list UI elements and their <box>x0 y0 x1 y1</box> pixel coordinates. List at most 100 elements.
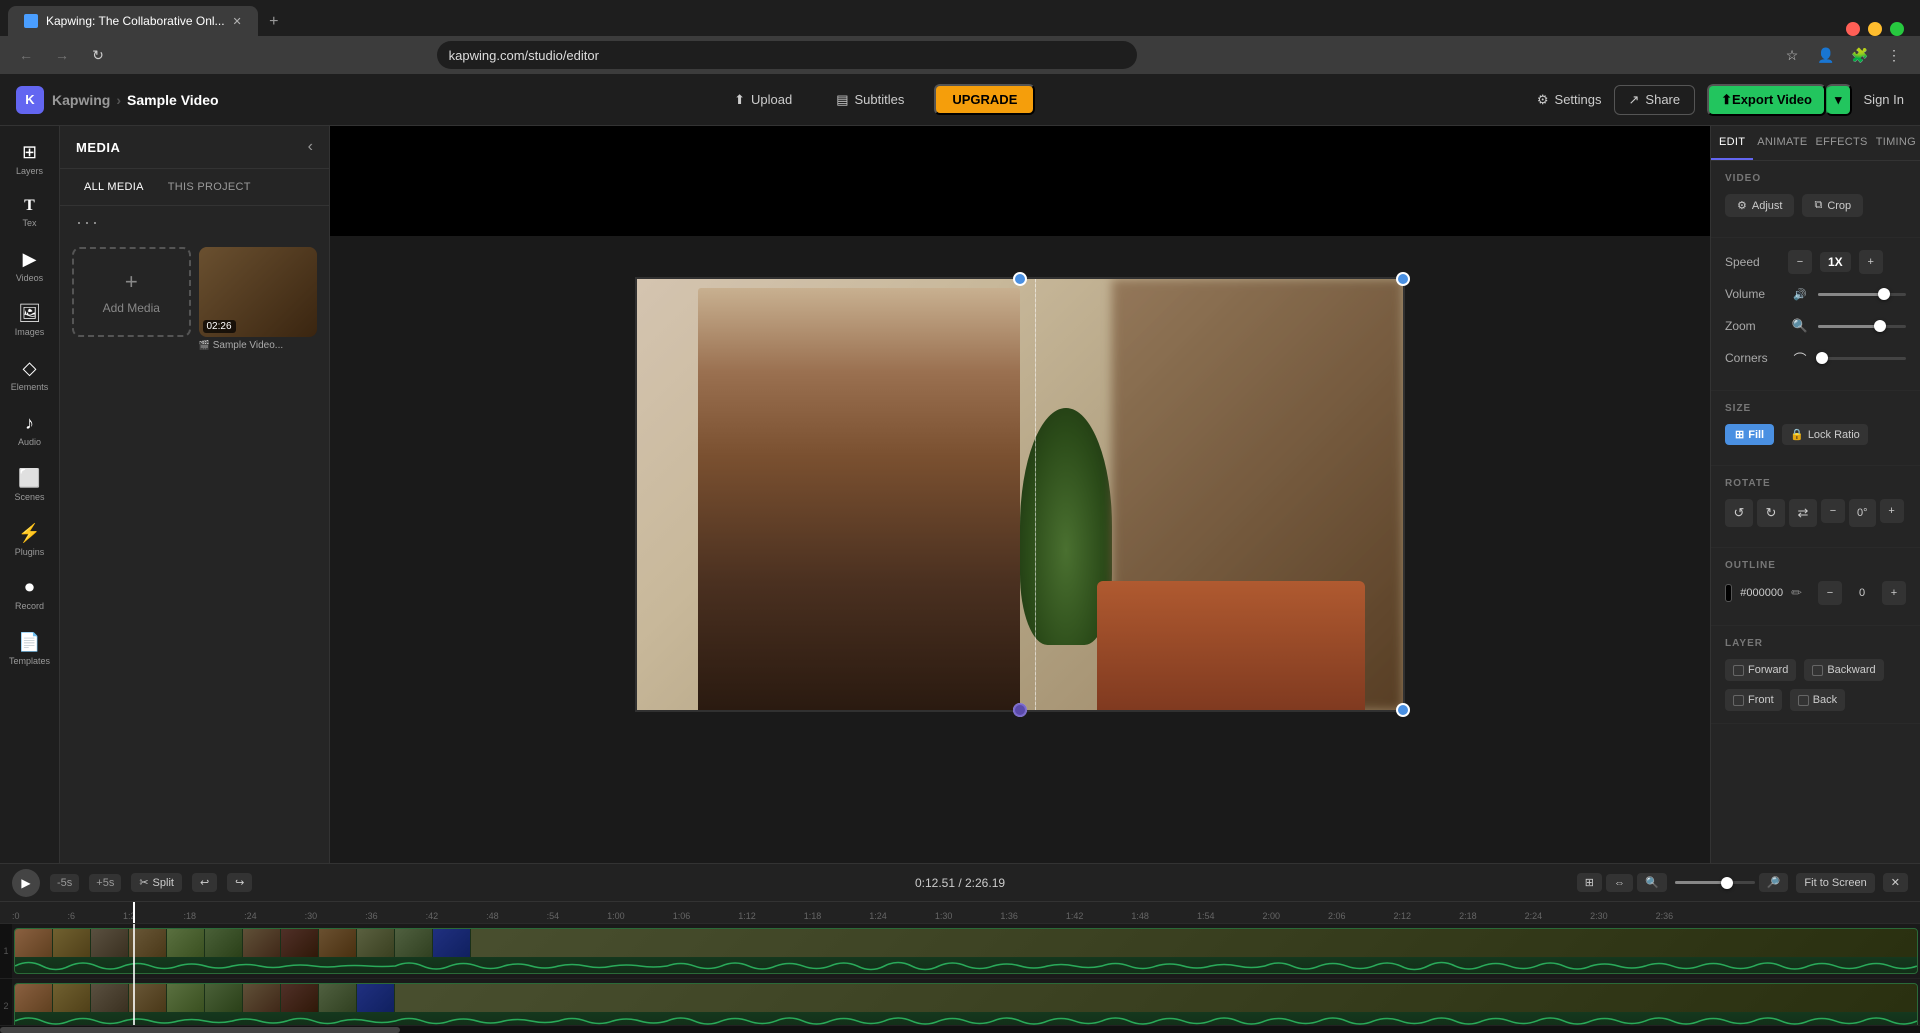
tab-animate[interactable]: ANIMATE <box>1753 126 1811 160</box>
rotate-decrease-btn[interactable]: − <box>1821 499 1845 523</box>
upload-label: Upload <box>751 92 792 107</box>
browser-tabs: Kapwing: The Collaborative Onl... ✕ + <box>0 0 1920 36</box>
media-item-1[interactable]: 02:26 🎬 Sample Video... <box>199 247 318 351</box>
handle-bottom-right[interactable] <box>1396 703 1410 717</box>
adjust-btn[interactable]: ⚙ Adjust <box>1725 194 1794 217</box>
forward-btn[interactable]: → <box>48 41 76 69</box>
track-1-clip[interactable] <box>14 928 1918 974</box>
back-btn[interactable]: Back <box>1790 689 1845 711</box>
sidebar-item-elements[interactable]: ◇ Elements <box>4 350 56 401</box>
sidebar-item-layers[interactable]: ⊞ Layers <box>4 134 56 185</box>
zoom-slider[interactable]: 🔍 <box>1788 314 1906 338</box>
timeline-zoom-out-btn[interactable]: 🔍 <box>1637 873 1667 892</box>
track-1-content[interactable] <box>12 924 1920 978</box>
adjust-crop-row: ⚙ Adjust ⧉ Crop <box>1725 194 1906 217</box>
rotate-increase-btn[interactable]: + <box>1880 499 1904 523</box>
speed-increase-btn[interactable]: + <box>1859 250 1883 274</box>
tab-this-project[interactable]: THIS PROJECT <box>160 177 259 197</box>
upgrade-btn[interactable]: UPGRADE <box>934 84 1035 115</box>
volume-track[interactable] <box>1818 293 1906 296</box>
sidebar-item-audio[interactable]: ♪ Audio <box>4 405 56 456</box>
sidebar-item-videos[interactable]: ▶ Videos <box>4 241 56 292</box>
bookmark-icon[interactable]: ☆ <box>1778 41 1806 69</box>
sidebar-item-images[interactable]: 🖼 Images <box>4 295 56 346</box>
skip-back-btn[interactable]: -5s <box>50 874 79 892</box>
timeline-close-btn[interactable]: ✕ <box>1883 873 1908 892</box>
play-btn[interactable]: ▶ <box>12 869 40 897</box>
tab-timing[interactable]: TIMING <box>1872 126 1920 160</box>
media-more-btn[interactable]: ··· <box>76 212 100 233</box>
extensions-icon[interactable]: 🧩 <box>1846 41 1874 69</box>
scrollbar-thumb[interactable] <box>0 1027 400 1033</box>
back-btn[interactable]: ← <box>12 41 40 69</box>
window-maximize[interactable] <box>1890 22 1904 36</box>
fit-to-screen-btn[interactable]: Fit to Screen <box>1796 873 1874 893</box>
profile-icon[interactable]: 👤 <box>1812 41 1840 69</box>
rotate-ccw-btn[interactable]: ↺ <box>1725 499 1753 527</box>
new-tab-btn[interactable]: + <box>260 8 288 36</box>
canvas-frame[interactable] <box>635 277 1405 712</box>
zoom-thumb[interactable] <box>1874 320 1886 332</box>
timeline-scrollbar[interactable] <box>0 1025 1920 1033</box>
tab-effects[interactable]: EFFECTS <box>1811 126 1871 160</box>
timeline-zoom-thumb[interactable] <box>1721 877 1733 889</box>
skip-fwd-btn[interactable]: +5s <box>89 874 121 892</box>
window-close[interactable] <box>1846 22 1860 36</box>
signin-btn[interactable]: Sign In <box>1864 92 1904 107</box>
timeline-grid-btn[interactable]: ⊞ <box>1577 873 1602 892</box>
handle-top-right[interactable] <box>1396 272 1410 286</box>
media-panel-close-btn[interactable]: ‹ <box>308 138 313 156</box>
upload-btn[interactable]: ⬆ Upload <box>720 86 806 114</box>
settings-btn[interactable]: ⚙ Settings <box>1537 92 1602 108</box>
crop-btn[interactable]: ⧉ Crop <box>1802 194 1863 217</box>
flip-h-btn[interactable]: ⇄ <box>1789 499 1817 527</box>
export-dropdown-btn[interactable]: ▾ <box>1826 84 1852 116</box>
sidebar-item-text[interactable]: T Tex <box>4 189 56 237</box>
volume-thumb[interactable] <box>1878 288 1890 300</box>
active-tab[interactable]: Kapwing: The Collaborative Onl... ✕ <box>8 6 258 36</box>
settings-dots-icon[interactable]: ⋮ <box>1880 41 1908 69</box>
sidebar-item-plugins[interactable]: ⚡ Plugins <box>4 515 56 566</box>
backward-btn[interactable]: Backward <box>1804 659 1883 681</box>
tab-all-media[interactable]: ALL MEDIA <box>76 177 152 197</box>
add-media-btn[interactable]: + Add Media <box>72 247 191 337</box>
corners-slider[interactable]: ⌒ <box>1788 346 1906 370</box>
track-2-content[interactable] <box>12 979 1920 1025</box>
corners-thumb[interactable] <box>1816 352 1828 364</box>
sidebar-item-record[interactable]: ⏺ Record <box>4 569 56 620</box>
address-bar[interactable]: kapwing.com/studio/editor <box>437 41 1137 69</box>
outline-edit-btn[interactable]: ✏ <box>1791 585 1802 601</box>
lock-ratio-btn[interactable]: 🔒 Lock Ratio <box>1782 424 1868 445</box>
undo-btn[interactable]: ↩ <box>192 873 217 892</box>
ruler-130: 1:30 <box>935 911 953 921</box>
track-2-clip[interactable] <box>14 983 1918 1025</box>
sidebar-item-templates[interactable]: 📄 Templates <box>4 624 56 675</box>
fill-btn[interactable]: ⊞ Fill <box>1725 424 1774 445</box>
share-btn[interactable]: ↗ Share <box>1614 85 1696 115</box>
forward-btn[interactable]: Forward <box>1725 659 1796 681</box>
timeline-zoom-icon[interactable]: 🔎 <box>1759 873 1789 892</box>
window-minimize[interactable] <box>1868 22 1882 36</box>
split-btn[interactable]: ✂ Split <box>131 873 182 892</box>
handle-top-center[interactable] <box>1013 272 1027 286</box>
outline-increase-btn[interactable]: + <box>1882 581 1906 605</box>
volume-slider[interactable]: 🔊 <box>1788 282 1906 306</box>
rotate-cw-btn[interactable]: ↻ <box>1757 499 1785 527</box>
outline-decrease-btn[interactable]: − <box>1818 581 1842 605</box>
zoom-track[interactable] <box>1818 325 1906 328</box>
subtitles-btn[interactable]: ▤ Subtitles <box>822 86 918 114</box>
tab-edit[interactable]: EDIT <box>1711 126 1753 160</box>
tab-close-btn[interactable]: ✕ <box>233 15 242 28</box>
media-tabs: ALL MEDIA THIS PROJECT <box>60 169 329 206</box>
outline-color-swatch[interactable] <box>1725 584 1732 602</box>
timeline-fit-btn[interactable]: ⇔ <box>1606 874 1633 892</box>
front-btn[interactable]: Front <box>1725 689 1782 711</box>
refresh-btn[interactable]: ↻ <box>84 41 112 69</box>
export-video-btn[interactable]: ⬆ Export Video <box>1707 84 1826 116</box>
timeline-zoom-track[interactable] <box>1675 881 1755 884</box>
sidebar-item-scenes[interactable]: ⬜ Scenes <box>4 460 56 511</box>
media-thumb-1[interactable]: 02:26 <box>199 247 318 337</box>
redo-btn[interactable]: ↪ <box>227 873 252 892</box>
speed-decrease-btn[interactable]: − <box>1788 250 1812 274</box>
corners-track[interactable] <box>1818 357 1906 360</box>
